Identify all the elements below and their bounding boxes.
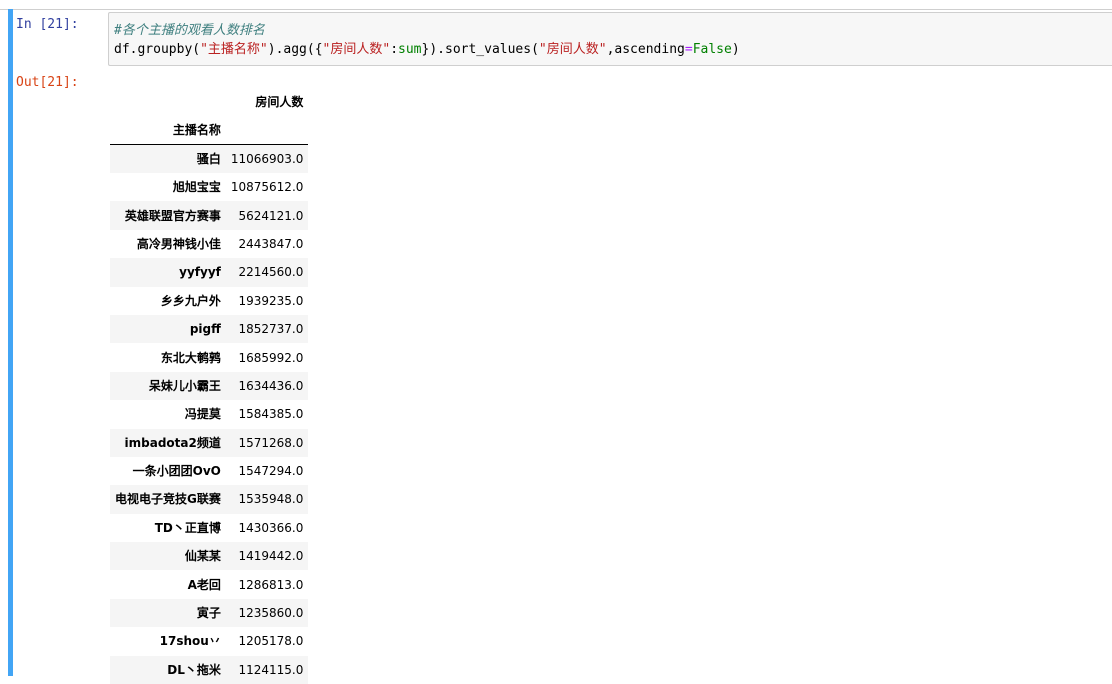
input-prompt: In [21]:	[16, 15, 79, 34]
code-editor[interactable]: #各个主播的观看人数排名 df.groupby("主播名称").agg({"房间…	[114, 21, 740, 59]
table-row: 17shou丷1205178.0	[110, 627, 308, 655]
row-index-label: 寅子	[110, 599, 226, 627]
row-index-label: 乡乡九户外	[110, 287, 226, 315]
table-row: yyfyyf2214560.0	[110, 258, 308, 286]
blank-corner	[110, 87, 226, 116]
row-index-label: TD丶正直博	[110, 514, 226, 542]
row-value: 5624121.0	[226, 201, 309, 229]
row-index-label: yyfyyf	[110, 258, 226, 286]
table-row: 英雄联盟官方赛事5624121.0	[110, 201, 308, 229]
row-value: 1547294.0	[226, 457, 309, 485]
row-index-label: 东北大鹌鹑	[110, 343, 226, 371]
row-value: 1634436.0	[226, 372, 309, 400]
row-value: 1685992.0	[226, 343, 309, 371]
row-value: 1419442.0	[226, 542, 309, 570]
table-row: 一条小团团OvO1547294.0	[110, 457, 308, 485]
row-value: 1124115.0	[226, 656, 309, 684]
row-index-label: 呆妹儿小霸王	[110, 372, 226, 400]
table-row: 乡乡九户外1939235.0	[110, 287, 308, 315]
row-value: 10875612.0	[226, 173, 309, 201]
row-index-label: imbadota2频道	[110, 429, 226, 457]
code-line: df.groupby("主播名称").agg({"房间人数":sum}).sor…	[114, 42, 740, 57]
table-row: 高冷男神钱小佳2443847.0	[110, 230, 308, 258]
row-value: 1852737.0	[226, 315, 309, 343]
row-value: 1205178.0	[226, 627, 309, 655]
output-prompt: Out[21]:	[16, 73, 79, 92]
table-row: 骚白11066903.0	[110, 145, 308, 174]
row-value: 1571268.0	[226, 429, 309, 457]
table-row: 电视电子竞技G联赛1535948.0	[110, 485, 308, 513]
table-row: DL丶拖米1124115.0	[110, 656, 308, 684]
row-index-label: 一条小团团OvO	[110, 457, 226, 485]
code-comment: #各个主播的观看人数排名	[114, 23, 265, 38]
row-value: 1535948.0	[226, 485, 309, 513]
code-input-area[interactable]: #各个主播的观看人数排名 df.groupby("主播名称").agg({"房间…	[108, 12, 1112, 66]
row-value: 1286813.0	[226, 570, 309, 598]
table-row: 寅子1235860.0	[110, 599, 308, 627]
row-value: 11066903.0	[226, 145, 309, 174]
table-row: A老回1286813.0	[110, 570, 308, 598]
table-row: 仙某某1419442.0	[110, 542, 308, 570]
table-row: 东北大鹌鹑1685992.0	[110, 343, 308, 371]
row-index-label: A老回	[110, 570, 226, 598]
table-row: 冯提莫1584385.0	[110, 400, 308, 428]
row-value: 1584385.0	[226, 400, 309, 428]
row-index-label: 旭旭宝宝	[110, 173, 226, 201]
dataframe-output: 房间人数 主播名称 骚白11066903.0旭旭宝宝10875612.0英雄联盟…	[110, 87, 308, 684]
row-index-label: DL丶拖米	[110, 656, 226, 684]
column-header: 房间人数	[226, 87, 309, 116]
row-value: 1235860.0	[226, 599, 309, 627]
row-index-label: 17shou丷	[110, 627, 226, 655]
row-index-label: 仙某某	[110, 542, 226, 570]
dataframe-body: 骚白11066903.0旭旭宝宝10875612.0英雄联盟官方赛事562412…	[110, 145, 308, 684]
row-index-label: 高冷男神钱小佳	[110, 230, 226, 258]
row-index-label: 骚白	[110, 145, 226, 174]
row-index-label: 冯提莫	[110, 400, 226, 428]
index-name: 主播名称	[110, 116, 226, 145]
blank-header	[226, 116, 309, 145]
row-index-label: 英雄联盟官方赛事	[110, 201, 226, 229]
row-index-label: pigff	[110, 315, 226, 343]
row-value: 2443847.0	[226, 230, 309, 258]
table-row: imbadota2频道1571268.0	[110, 429, 308, 457]
row-value: 1430366.0	[226, 514, 309, 542]
row-value: 2214560.0	[226, 258, 309, 286]
table-row: pigff1852737.0	[110, 315, 308, 343]
row-index-label: 电视电子竞技G联赛	[110, 485, 226, 513]
table-row: 呆妹儿小霸王1634436.0	[110, 372, 308, 400]
table-row: TD丶正直博1430366.0	[110, 514, 308, 542]
row-value: 1939235.0	[226, 287, 309, 315]
table-row: 旭旭宝宝10875612.0	[110, 173, 308, 201]
